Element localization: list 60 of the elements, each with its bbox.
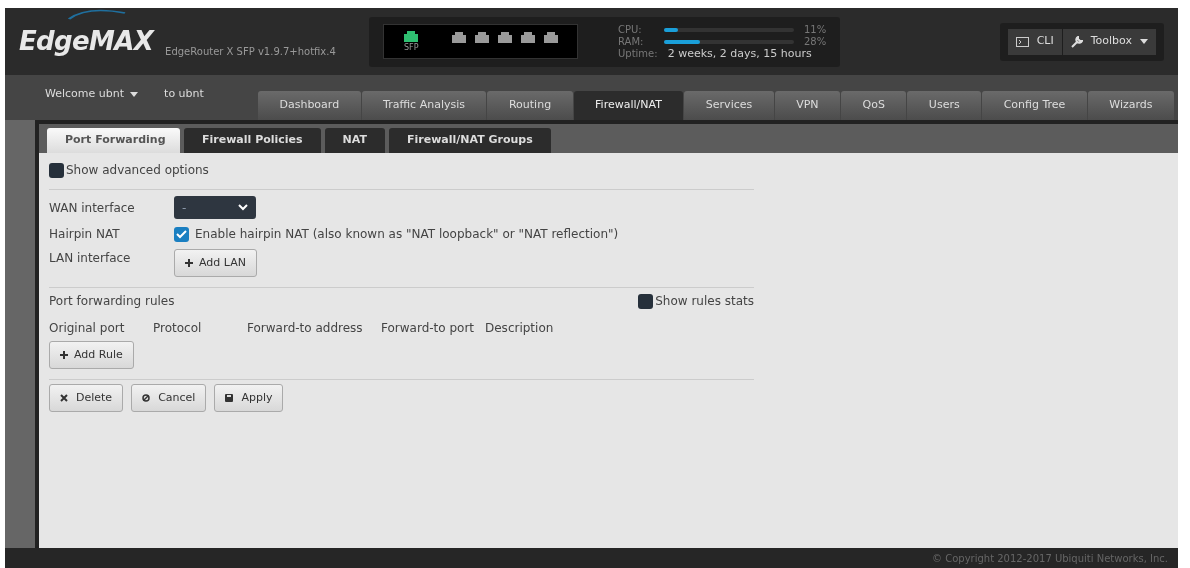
section-title: Port forwarding rules <box>49 293 175 310</box>
nav-tab[interactable]: Routing <box>487 91 573 120</box>
wrench-icon <box>1070 35 1083 48</box>
user-text: to ubnt <box>164 86 204 103</box>
nav-tab[interactable]: VPN <box>774 91 841 120</box>
meter-label: CPU: <box>618 23 643 36</box>
add-lan-button[interactable]: Add LAN <box>174 249 257 277</box>
add-rule-button[interactable]: Add Rule <box>49 341 134 369</box>
plus-icon <box>185 259 193 267</box>
column-header: Forward-to port <box>381 320 476 337</box>
meter-label: RAM: <box>618 35 645 48</box>
meter-reading: 11% <box>804 23 827 36</box>
checkbox[interactable] <box>638 293 654 309</box>
sub-tab[interactable]: NAT <box>324 128 385 153</box>
copyright-text: © Copyright 2012-2017 Ubiquiti Networks, Inc. <box>932 551 1168 566</box>
plus-icon <box>60 351 68 359</box>
uptime-value: 2 weeks, 2 days, 15 hours <box>667 47 812 60</box>
nav-tab[interactable]: Users <box>907 91 982 120</box>
column-header: Protocol <box>153 320 203 337</box>
apply-button[interactable]: Apply <box>214 384 284 412</box>
firmware-version: EdgeRouter X SFP v1.9.7+hotfix.4 <box>165 45 336 59</box>
port-label: SFP <box>404 44 419 52</box>
sub-tab[interactable]: Firewall/NAT Groups <box>388 128 551 153</box>
cancel-icon <box>142 394 151 402</box>
sub-tab[interactable]: Port Forwarding <box>47 128 180 153</box>
nav-tab[interactable]: Traffic Analysis <box>361 91 487 120</box>
checkbox[interactable] <box>174 226 189 242</box>
nav-tab[interactable]: Config Tree <box>982 91 1087 120</box>
sub-tab[interactable]: Firewall Policies <box>184 128 321 153</box>
caret-icon <box>130 92 139 97</box>
terminal-icon <box>1015 36 1029 47</box>
chevron-icon <box>238 204 248 211</box>
user-menu[interactable]: Welcome ubnt <box>45 86 139 103</box>
caret-icon <box>1140 39 1148 44</box>
nav-tab[interactable]: Dashboard <box>258 91 361 120</box>
meter-reading: 28% <box>804 35 827 48</box>
column-header: Forward-to address <box>247 320 364 337</box>
delete-button[interactable]: Delete <box>49 384 124 412</box>
wan-interface-dropdown[interactable]: - <box>174 196 256 219</box>
field-label: Hairpin NAT <box>49 226 121 243</box>
uptime-label: Uptime: <box>618 47 658 60</box>
checkbox-label: Enable hairpin NAT (also known as "NAT loopback" or "NAT reflection") <box>195 226 619 243</box>
cancel-button[interactable]: Cancel <box>131 384 207 412</box>
arc-icon <box>67 8 127 20</box>
nav-tab[interactable]: Firewall/NAT <box>573 91 684 120</box>
field-label: WAN interface <box>49 199 136 217</box>
checkbox[interactable] <box>49 162 64 178</box>
edgemax-logo: EdgeMAX <box>19 25 154 58</box>
cli-button[interactable]: CLI <box>1007 28 1062 55</box>
close-icon <box>60 394 68 402</box>
checkbox-label: Show advanced options <box>66 162 209 179</box>
toolbox-button[interactable]: Toolbox <box>1062 28 1156 55</box>
nav-tab[interactable]: QoS <box>841 91 907 120</box>
save-icon <box>225 394 234 402</box>
field-label: LAN interface <box>49 250 132 267</box>
nav-tab[interactable]: Wizards <box>1087 91 1175 120</box>
column-header: Original port <box>49 320 126 337</box>
column-header: Description <box>485 320 554 337</box>
nav-tab[interactable]: Services <box>684 91 774 120</box>
checkbox-label: Show rules stats <box>655 293 754 310</box>
